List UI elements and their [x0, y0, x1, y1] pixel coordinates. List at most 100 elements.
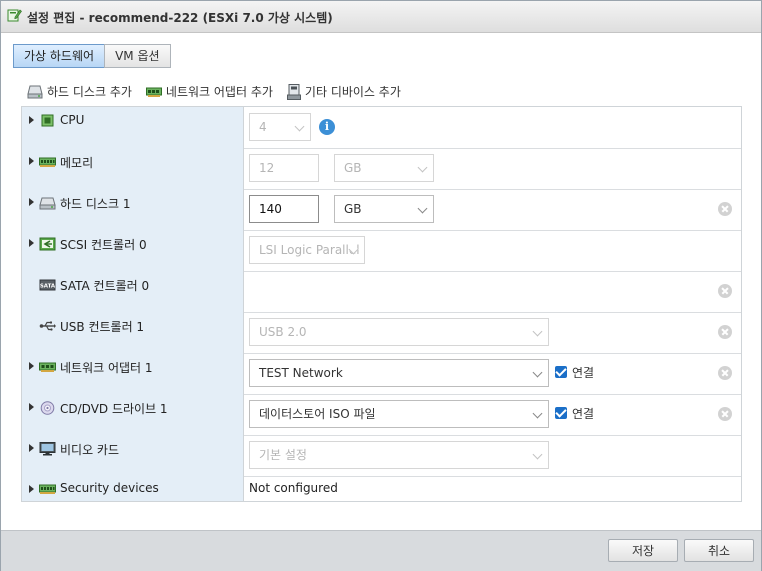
expand-arrow-icon[interactable]	[29, 239, 34, 247]
hardware-row-scsi: SCSI 컨트롤러 0 LSI Logic Parallel	[22, 230, 741, 272]
add-hard-disk-label: 하드 디스크 추가	[47, 85, 132, 99]
chevron-down-icon	[294, 121, 305, 132]
network-connect-label: 연결	[572, 366, 595, 380]
hardware-row-security: Security devices Not configured	[22, 476, 741, 501]
memory-label: 메모리	[60, 156, 94, 170]
cpu-count-value: 4	[259, 120, 267, 134]
video-card-icon	[39, 442, 56, 456]
usb-icon	[39, 321, 56, 331]
cddvd-value: 데이터스토어 ISO 파일	[259, 407, 376, 421]
scsi-icon	[39, 237, 56, 251]
memory-size-input[interactable]: 12	[249, 154, 319, 182]
chevron-down-icon	[417, 162, 428, 173]
network-value: TEST Network	[259, 366, 343, 380]
row-label-network[interactable]: 네트워크 어댑터 1	[22, 353, 244, 394]
memory-unit-select[interactable]: GB	[334, 154, 434, 182]
row-label-cpu[interactable]: CPU	[22, 107, 244, 148]
sata-icon: SATA	[39, 279, 56, 291]
scsi-type-value: LSI Logic Parallel	[259, 243, 360, 257]
remove-hard-disk-button[interactable]	[718, 202, 732, 216]
hardware-row-video: 비디오 카드 기본 설정	[22, 435, 741, 477]
dialog-footer: 저장 취소	[1, 530, 761, 571]
remove-sata-button[interactable]	[718, 284, 732, 298]
security-label: Security devices	[60, 481, 159, 495]
cancel-button[interactable]: 취소	[684, 539, 754, 562]
add-hard-disk-button[interactable]: 하드 디스크 추가	[27, 83, 132, 100]
hard-disk-unit-value: GB	[344, 202, 362, 216]
memory-size-value: 12	[259, 161, 275, 175]
hard-disk-label: 하드 디스크 1	[60, 197, 131, 211]
row-label-scsi[interactable]: SCSI 컨트롤러 0	[22, 230, 244, 271]
row-label-usb: USB 컨트롤러 1	[22, 312, 244, 353]
expand-arrow-icon[interactable]	[29, 403, 34, 411]
video-settings-select[interactable]: 기본 설정	[249, 441, 549, 469]
scsi-label: SCSI 컨트롤러 0	[60, 238, 147, 252]
tab-bar: 가상 하드웨어 VM 옵션	[13, 44, 171, 68]
expand-arrow-icon[interactable]	[29, 362, 34, 370]
row-label-video[interactable]: 비디오 카드	[22, 435, 244, 476]
cddvd-connect-label: 연결	[572, 407, 595, 421]
sata-label: SATA 컨트롤러 0	[60, 279, 150, 293]
hard-disk-icon	[39, 197, 56, 210]
save-button[interactable]: 저장	[608, 539, 678, 562]
other-device-icon	[286, 83, 301, 100]
row-label-cddvd[interactable]: CD/DVD 드라이브 1	[22, 394, 244, 435]
add-other-device-button[interactable]: 기타 디바이스 추가	[286, 83, 401, 100]
chevron-down-icon	[532, 449, 543, 460]
add-network-adapter-label: 네트워크 어댑터 추가	[165, 85, 273, 99]
memory-unit-value: GB	[344, 161, 362, 175]
add-other-device-label: 기타 디바이스 추가	[304, 85, 401, 99]
tab-vm-options[interactable]: VM 옵션	[104, 44, 171, 68]
remove-cddvd-button[interactable]	[718, 407, 732, 421]
hardware-row-cpu: CPU 4 i	[22, 107, 741, 149]
video-settings-value: 기본 설정	[259, 448, 307, 462]
chevron-down-icon	[532, 367, 543, 378]
remove-usb-button[interactable]	[718, 325, 732, 339]
hardware-row-sata: SATA SATA 컨트롤러 0	[22, 271, 741, 313]
cddvd-connect-checkbox[interactable]	[555, 407, 567, 419]
network-adapter-icon	[145, 87, 162, 97]
usb-type-select[interactable]: USB 2.0	[249, 318, 549, 346]
row-label-memory[interactable]: 메모리	[22, 148, 244, 189]
hardware-row-memory: 메모리 12 GB	[22, 148, 741, 190]
hardware-row-network: 네트워크 어댑터 1 TEST Network 연결	[22, 353, 741, 395]
title-bar: 설정 편집 - recommend-222 (ESXi 7.0 가상 시스템)	[1, 1, 761, 33]
svg-text:SATA: SATA	[40, 284, 56, 290]
network-connect-checkbox[interactable]	[555, 366, 567, 378]
hard-disk-size-input[interactable]: 140	[249, 195, 319, 223]
security-device-icon	[39, 484, 56, 494]
scsi-type-select[interactable]: LSI Logic Parallel	[249, 236, 365, 264]
remove-network-button[interactable]	[718, 366, 732, 380]
cpu-label: CPU	[60, 113, 85, 127]
hard-disk-unit-select[interactable]: GB	[334, 195, 434, 223]
cddvd-label: CD/DVD 드라이브 1	[60, 402, 168, 416]
chevron-down-icon	[417, 203, 428, 214]
chevron-down-icon	[532, 408, 543, 419]
edit-settings-dialog: 설정 편집 - recommend-222 (ESXi 7.0 가상 시스템) …	[0, 0, 762, 571]
add-network-adapter-button[interactable]: 네트워크 어댑터 추가	[145, 83, 273, 100]
hardware-row-cddvd: CD/DVD 드라이브 1 데이터스토어 ISO 파일 연결	[22, 394, 741, 436]
virtual-hardware-list: CPU 4 i 메모리 12 GB 하드 디스크 1 140 GB SCSI 컨…	[21, 106, 742, 502]
expand-arrow-icon[interactable]	[29, 116, 34, 124]
network-select[interactable]: TEST Network	[249, 359, 549, 387]
info-icon[interactable]: i	[319, 119, 335, 135]
hardware-row-hard-disk: 하드 디스크 1 140 GB	[22, 189, 741, 231]
expand-arrow-icon[interactable]	[29, 444, 34, 452]
expand-arrow-icon[interactable]	[29, 157, 34, 165]
row-label-hard-disk[interactable]: 하드 디스크 1	[22, 189, 244, 230]
hard-disk-icon	[27, 85, 43, 98]
memory-icon	[39, 157, 56, 167]
vm-edit-icon	[7, 9, 22, 22]
add-device-toolbar: 하드 디스크 추가 네트워크 어댑터 추가 기타 디바이스 추가	[27, 83, 401, 100]
usb-label: USB 컨트롤러 1	[60, 320, 145, 334]
usb-type-value: USB 2.0	[259, 325, 307, 339]
cpu-count-select[interactable]: 4	[249, 113, 311, 141]
expand-arrow-icon[interactable]	[29, 198, 34, 206]
row-label-security[interactable]: Security devices	[22, 476, 244, 501]
cpu-chip-icon	[41, 114, 54, 127]
dialog-title: 설정 편집 - recommend-222 (ESXi 7.0 가상 시스템)	[27, 11, 333, 25]
expand-arrow-icon[interactable]	[29, 485, 34, 493]
cddvd-select[interactable]: 데이터스토어 ISO 파일	[249, 400, 549, 428]
row-label-sata: SATA SATA 컨트롤러 0	[22, 271, 244, 312]
tab-virtual-hardware[interactable]: 가상 하드웨어	[13, 44, 106, 68]
